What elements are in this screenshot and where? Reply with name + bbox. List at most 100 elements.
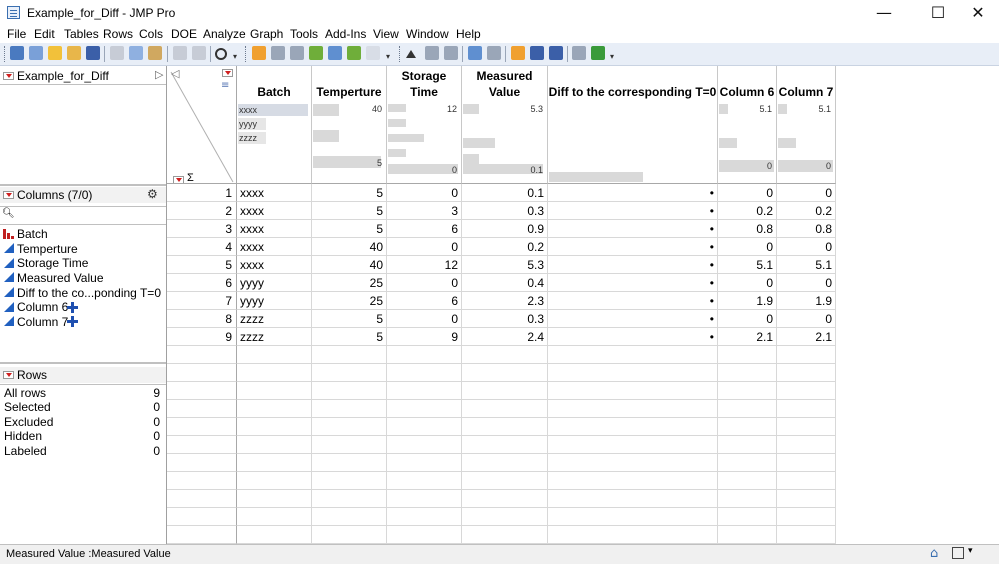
cell-storage-time[interactable] <box>387 436 462 454</box>
cell-measured-value[interactable] <box>462 400 548 418</box>
cell-storage-time[interactable] <box>387 508 462 526</box>
cell-batch[interactable]: xxxx <box>237 220 312 238</box>
cell-diff[interactable] <box>548 400 718 418</box>
menu-tools[interactable]: Tools <box>290 27 318 41</box>
cell-diff[interactable]: • <box>548 310 718 328</box>
distribution-icon[interactable] <box>468 46 482 60</box>
cell-measured-value[interactable]: 2.3 <box>462 292 548 310</box>
save-icon[interactable] <box>86 46 100 60</box>
header-measured-value[interactable]: Measured Value <box>462 66 548 102</box>
cell-temperture[interactable]: 5 <box>312 220 387 238</box>
cell-column-6[interactable]: 0.2 <box>718 202 777 220</box>
column-item-measured-value[interactable]: Measured Value <box>17 271 104 285</box>
cell-storage-time[interactable] <box>387 490 462 508</box>
row-number[interactable] <box>167 364 237 382</box>
summary-icon[interactable] <box>290 46 304 60</box>
cell-column-7[interactable] <box>777 490 836 508</box>
cell-diff[interactable] <box>548 418 718 436</box>
chevron-down-icon[interactable]: ▾ <box>610 52 614 61</box>
cell-column-6[interactable] <box>718 364 777 382</box>
row-number[interactable] <box>167 418 237 436</box>
header-column-7[interactable]: Column 7 <box>777 66 836 102</box>
journal-icon[interactable] <box>173 46 187 60</box>
search-icon[interactable] <box>215 48 227 60</box>
cell-measured-value[interactable] <box>462 382 548 400</box>
cell-column-6[interactable] <box>718 436 777 454</box>
cell-column-7[interactable] <box>777 382 836 400</box>
row-number[interactable]: 5 <box>167 256 237 274</box>
filter-lines-icon[interactable]: ≡ <box>221 80 229 91</box>
cell-diff[interactable] <box>548 364 718 382</box>
cell-diff[interactable]: • <box>548 184 718 202</box>
cell-column-7[interactable]: 0 <box>777 238 836 256</box>
control-chart-icon[interactable] <box>549 46 563 60</box>
new-data-table-icon[interactable] <box>10 46 24 60</box>
header-batch[interactable]: Batch <box>237 66 312 102</box>
cell-storage-time[interactable] <box>387 472 462 490</box>
cell-batch[interactable] <box>237 508 312 526</box>
header-column-6[interactable]: Column 6 <box>718 66 777 102</box>
cell-column-7[interactable] <box>777 508 836 526</box>
menu-rows[interactable]: Rows <box>103 27 133 41</box>
formula-icon[interactable] <box>67 316 78 327</box>
cell-column-6[interactable]: 0 <box>718 238 777 256</box>
row-number[interactable] <box>167 382 237 400</box>
cell-column-6[interactable]: 0.8 <box>718 220 777 238</box>
transpose-icon[interactable] <box>328 46 342 60</box>
cell-column-6[interactable] <box>718 490 777 508</box>
cell-batch[interactable]: xxxx <box>237 238 312 256</box>
cell-diff[interactable]: • <box>548 274 718 292</box>
cell-diff[interactable]: • <box>548 256 718 274</box>
chevron-down-icon[interactable]: ▾ <box>233 52 237 61</box>
row-number[interactable]: 8 <box>167 310 237 328</box>
cell-column-6[interactable]: 0 <box>718 310 777 328</box>
cell-storage-time[interactable]: 0 <box>387 274 462 292</box>
red-triangle-menu-icon[interactable] <box>173 176 184 183</box>
table-name[interactable]: Example_for_Diff <box>17 69 109 83</box>
column-item-temperture[interactable]: Temperture <box>17 242 78 256</box>
cell-temperture[interactable] <box>312 526 387 544</box>
cell-storage-time[interactable]: 12 <box>387 256 462 274</box>
cell-storage-time[interactable]: 0 <box>387 238 462 256</box>
cell-storage-time[interactable]: 3 <box>387 202 462 220</box>
cell-measured-value[interactable]: 0.3 <box>462 310 548 328</box>
menu-view[interactable]: View <box>373 27 399 41</box>
menu-doe[interactable]: DOE <box>171 27 197 41</box>
cell-storage-time[interactable] <box>387 346 462 364</box>
cell-column-6[interactable]: 2.1 <box>718 328 777 346</box>
minimize-button[interactable]: — <box>861 0 907 26</box>
header-storage-time[interactable]: Storage Time <box>387 66 462 102</box>
cell-column-7[interactable]: 0 <box>777 274 836 292</box>
column-search-input[interactable]: 🔍︎ <box>0 206 166 225</box>
cell-column-7[interactable] <box>777 400 836 418</box>
cell-temperture[interactable]: 5 <box>312 202 387 220</box>
close-button[interactable]: ✕ <box>955 0 999 26</box>
cell-column-6[interactable] <box>718 508 777 526</box>
chevron-down-icon[interactable]: ▾ <box>968 546 973 556</box>
row-number[interactable]: 4 <box>167 238 237 256</box>
cell-column-7[interactable] <box>777 454 836 472</box>
cell-storage-time[interactable]: 0 <box>387 310 462 328</box>
cell-column-6[interactable] <box>718 526 777 544</box>
cell-column-7[interactable]: 0.2 <box>777 202 836 220</box>
menu-analyze[interactable]: Analyze <box>203 27 246 41</box>
cell-temperture[interactable]: 5 <box>312 184 387 202</box>
row-number[interactable] <box>167 454 237 472</box>
cell-column-7[interactable] <box>777 472 836 490</box>
cell-measured-value[interactable]: 0.9 <box>462 220 548 238</box>
open-folder-icon[interactable] <box>67 46 81 60</box>
cell-batch[interactable]: xxxx <box>237 256 312 274</box>
cell-measured-value[interactable] <box>462 508 548 526</box>
row-number[interactable]: 3 <box>167 220 237 238</box>
column-item-column-6[interactable]: Column 6 <box>17 300 68 314</box>
row-number[interactable]: 7 <box>167 292 237 310</box>
cell-measured-value[interactable]: 0.2 <box>462 238 548 256</box>
column-item-batch[interactable]: Batch <box>17 227 48 241</box>
row-number[interactable]: 1 <box>167 184 237 202</box>
paste-icon[interactable] <box>148 46 162 60</box>
copy-icon[interactable] <box>129 46 143 60</box>
cell-column-6[interactable]: 0 <box>718 274 777 292</box>
row-number[interactable] <box>167 508 237 526</box>
menu-tables[interactable]: Tables <box>64 27 99 41</box>
column-item-storage-time[interactable]: Storage Time <box>17 256 88 270</box>
